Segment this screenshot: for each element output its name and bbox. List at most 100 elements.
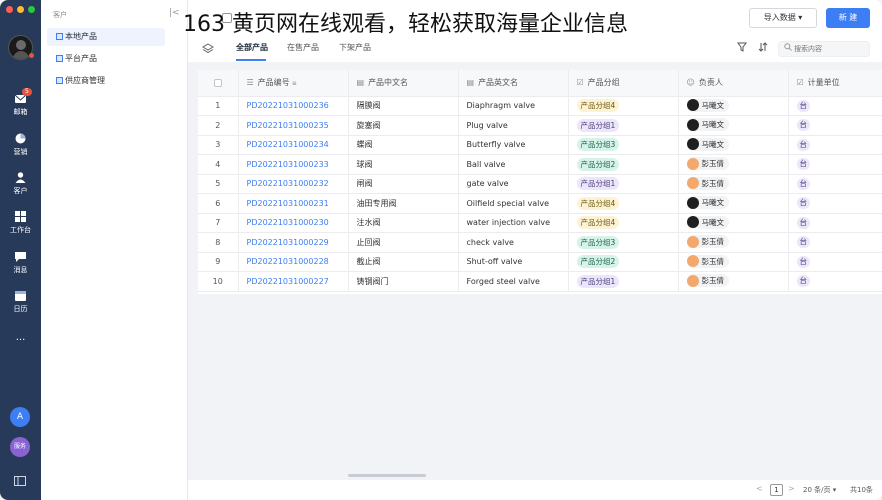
collapse-sidebar-button[interactable]: |< xyxy=(169,8,180,18)
rail-label-marketing: 营销 xyxy=(13,148,28,156)
tab-on-sale[interactable]: 在售产品 xyxy=(287,42,319,53)
column-header-owner[interactable]: ☺ 负责人 xyxy=(678,70,789,97)
search-box[interactable] xyxy=(778,41,870,57)
owner-chip[interactable]: 彭玉倩 xyxy=(686,254,729,268)
text-field-icon: ▤ xyxy=(466,78,475,88)
select-all-checkbox[interactable] xyxy=(213,78,222,87)
rail-item-calendar[interactable]: 日历 xyxy=(0,289,41,314)
owner-chip[interactable]: 彭玉倩 xyxy=(686,176,729,190)
owner-name: 马曦文 xyxy=(701,120,725,129)
column-header-code[interactable]: ☰ 产品编号 🔒︎ xyxy=(238,70,349,97)
product-code-link[interactable]: PD20221031000229 xyxy=(238,232,349,253)
table-row[interactable]: 6 PD20221031000231 油田专用阀 Oilfield special v… xyxy=(198,193,882,214)
rail-item-message[interactable]: 消息 xyxy=(0,250,41,275)
product-code-link[interactable]: PD20221031000235 xyxy=(238,115,349,136)
minimize-window-button[interactable] xyxy=(17,6,24,13)
close-window-button[interactable] xyxy=(6,6,13,13)
table-row[interactable]: 4 PD20221031000233 球阀 Ball valve 产品分组2 彭玉倩 台 xyxy=(198,154,882,175)
owner-chip[interactable]: 彭玉倩 xyxy=(686,235,729,248)
product-code-link[interactable]: PD20221031000231 xyxy=(238,193,349,214)
lock-icon: 🔒︎ xyxy=(292,78,297,88)
column-header-unit[interactable]: ☑ 计量单位 xyxy=(788,70,882,97)
secondary-sidebar: 客户 |< 本地产品 平台产品 供应商管理 xyxy=(41,0,188,500)
row-number: 2 xyxy=(198,115,239,136)
product-code-link[interactable]: PD20221031000233 xyxy=(238,154,349,175)
owner-chip[interactable]: 马曦文 xyxy=(686,98,729,112)
row-number: 9 xyxy=(198,252,239,272)
column-header-cn-name[interactable]: ▤ 产品中文名 xyxy=(348,70,459,97)
owner-chip[interactable]: 马曦文 xyxy=(686,196,729,209)
new-button[interactable]: 新 建 xyxy=(826,8,870,28)
row-number: 1 xyxy=(198,96,239,116)
search-input[interactable] xyxy=(794,44,864,54)
table-row[interactable]: 2 PD20221031000235 旋塞阀 Plug valve 产品分组1 马曦文 台 xyxy=(198,115,882,136)
column-header-group[interactable]: ☑ 产品分组 xyxy=(568,70,679,97)
owner-avatar xyxy=(686,235,699,248)
table-row[interactable]: 9 PD20221031000228 截止阀 Shut-off valve 产品分组2 彭… xyxy=(198,252,882,272)
product-group-tag: 产品分组4 xyxy=(576,196,620,210)
product-code-link[interactable]: PD20221031000230 xyxy=(238,213,349,233)
prev-page-button[interactable]: < xyxy=(756,484,763,493)
owner-chip[interactable]: 马曦文 xyxy=(686,137,729,151)
product-code-link[interactable]: PD20221031000236 xyxy=(238,96,349,116)
unit-tag: 台 xyxy=(796,255,810,268)
next-page-button[interactable]: > xyxy=(788,484,795,493)
product-group-tag: 产品分组3 xyxy=(576,138,620,152)
product-cn-name: 止回阀 xyxy=(348,232,459,253)
rail-item-marketing[interactable]: 营销 xyxy=(0,132,41,157)
layers-icon xyxy=(202,43,214,55)
horizontal-scrollbar[interactable] xyxy=(348,474,426,477)
tab-all-products[interactable]: 全部产品 xyxy=(236,42,268,53)
service-avatar[interactable]: 服务 xyxy=(10,437,30,457)
owner-avatar xyxy=(686,138,699,150)
table-row[interactable]: 5 PD20221031000232 闸阀 gate valve 产品分组1 彭玉倩 台 xyxy=(198,174,882,194)
owner-cell: 马曦文 xyxy=(678,96,789,116)
table-row[interactable]: 8 PD20221031000229 止回阀 check valve 产品分组3 彭玉倩 台 xyxy=(198,232,882,253)
unit-tag: 台 xyxy=(796,158,810,171)
rail-label-message: 消息 xyxy=(13,266,28,274)
sidebar-item-suppliers[interactable]: 供应商管理 xyxy=(47,72,165,90)
product-code-link[interactable]: PD20221031000228 xyxy=(238,252,349,272)
rail-item-workbench[interactable]: 工作台 xyxy=(0,210,41,235)
select-all-cell xyxy=(198,70,239,97)
rail-label-calendar: 日历 xyxy=(13,305,28,313)
product-group-tag: 产品分组3 xyxy=(576,235,620,249)
rail-item-customer[interactable]: 客户 xyxy=(0,171,41,196)
table-row[interactable]: 1 PD20221031000236 隔膜阀 Diaphragm valve 产品分组4… xyxy=(198,96,882,116)
owner-chip[interactable]: 马曦文 xyxy=(686,215,729,229)
left-rail: 5 邮箱 营销 客户 工作台 消息 日历 ··· A 服务 xyxy=(0,0,41,500)
row-number: 5 xyxy=(198,174,239,194)
product-group-cell: 产品分组4 xyxy=(568,96,679,116)
owner-chip[interactable]: 彭玉倩 xyxy=(686,157,729,170)
table-row[interactable]: 3 PD20221031000234 蝶阀 Butterfly valve 产品分组3 马… xyxy=(198,135,882,155)
rail-item-more[interactable]: ··· xyxy=(0,333,41,346)
layout-toggle-icon[interactable] xyxy=(14,476,26,486)
rail-item-mail[interactable]: 5 邮箱 xyxy=(0,88,41,117)
current-page[interactable]: 1 xyxy=(770,484,783,496)
sidebar-item-local-products[interactable]: 本地产品 xyxy=(47,28,165,46)
import-data-button[interactable]: 导入数据 ▾ xyxy=(749,8,817,28)
sort-icon[interactable] xyxy=(758,42,768,55)
product-code-link[interactable]: PD20221031000234 xyxy=(238,135,349,155)
table-row[interactable]: 10 PD20221031000227 铸钢阀门 Forged steel valve… xyxy=(198,271,882,292)
account-avatar-a[interactable]: A xyxy=(10,407,30,427)
unit-cell: 台 xyxy=(788,232,882,253)
tab-off-shelf[interactable]: 下架产品 xyxy=(339,42,371,53)
rail-label-customer: 客户 xyxy=(13,187,28,195)
sidebar-item-platform-products[interactable]: 平台产品 xyxy=(47,50,165,68)
product-cn-name: 旋塞阀 xyxy=(348,115,459,136)
table-row[interactable]: 7 PD20221031000230 注水阀 water injection valv… xyxy=(198,213,882,233)
unit-cell: 台 xyxy=(788,96,882,116)
owner-chip[interactable]: 彭玉倩 xyxy=(686,274,729,287)
product-cn-name: 球阀 xyxy=(348,154,459,175)
table-icon xyxy=(56,55,63,62)
page-size-select[interactable]: 20 条/页 ▾ xyxy=(803,485,836,495)
rail-label-mail: 邮箱 xyxy=(13,108,28,116)
owner-chip[interactable]: 马曦文 xyxy=(686,118,729,131)
product-code-link[interactable]: PD20221031000232 xyxy=(238,174,349,194)
maximize-window-button[interactable] xyxy=(28,6,35,13)
filter-icon[interactable] xyxy=(737,42,747,55)
owner-name: 彭玉倩 xyxy=(701,237,725,246)
product-code-link[interactable]: PD20221031000227 xyxy=(238,271,349,292)
column-header-en-name[interactable]: ▤ 产品英文名 xyxy=(458,70,569,97)
